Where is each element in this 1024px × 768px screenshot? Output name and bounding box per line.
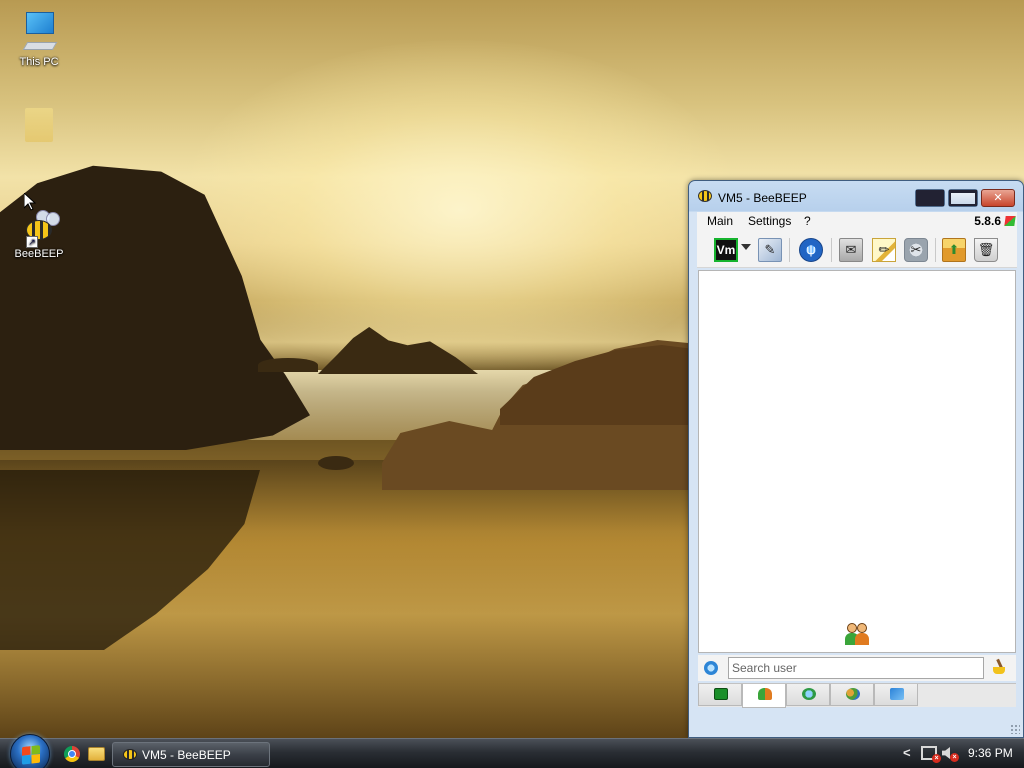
tab-chat-list[interactable]	[698, 684, 742, 706]
resize-grip[interactable]	[1010, 724, 1020, 734]
menu-main[interactable]: Main	[707, 214, 733, 228]
desktop-icon-folder[interactable]	[4, 108, 74, 142]
window-titlebar[interactable]: VM5 - BeeBEEP ✕	[689, 181, 1023, 211]
message-button[interactable]: ✉	[839, 238, 863, 262]
close-icon: ✕	[993, 192, 1003, 204]
note-button[interactable]: ✏	[872, 238, 896, 262]
trash-icon: 🗑	[977, 242, 995, 257]
edit-profile-button[interactable]: ✎	[758, 238, 782, 262]
menu-settings[interactable]: Settings	[748, 214, 791, 228]
status-dropdown-arrow-icon[interactable]	[741, 244, 751, 250]
tab-users[interactable]	[742, 684, 786, 708]
maximize-button[interactable]	[948, 189, 978, 207]
chat-bubbles-icon	[802, 688, 816, 700]
clock[interactable]: 9:36 PM	[968, 746, 1013, 760]
window-title: VM5 - BeeBEEP	[718, 191, 807, 205]
computer-icon	[22, 10, 58, 52]
beebeep-window: VM5 - BeeBEEP ✕ Main Settings ? 5.8.6 Vm…	[688, 180, 1024, 738]
file-explorer-icon[interactable]	[88, 747, 105, 761]
desktop-icon-beebeep[interactable]: ↗ BeeBEEP	[4, 210, 74, 260]
user-list-pane[interactable]	[698, 270, 1016, 653]
desktop-icon-this-pc[interactable]: This PC	[4, 10, 74, 68]
desktop-icon-label: BeeBEEP	[14, 248, 64, 260]
search-scope-icon[interactable]	[704, 661, 718, 675]
desktop-icon-label: This PC	[19, 56, 59, 68]
network-error-icon: ×	[932, 754, 941, 763]
tools-button[interactable]: ✂	[904, 238, 928, 262]
tools-icon: ✂	[910, 242, 922, 257]
chrome-icon[interactable]	[64, 746, 80, 762]
monitor-icon	[714, 688, 728, 700]
tab-groups[interactable]	[830, 684, 874, 706]
search-user-input[interactable]	[728, 657, 984, 679]
toolbar-separator	[935, 238, 936, 262]
pencil-icon: ✏	[878, 242, 890, 257]
close-button[interactable]: ✕	[981, 189, 1015, 207]
taskbar-button-label: VM5 - BeeBEEP	[142, 748, 231, 762]
users-icon	[843, 623, 873, 647]
shortcut-arrow-icon: ↗	[26, 236, 38, 248]
maximize-icon	[949, 190, 977, 206]
groups-icon	[846, 688, 860, 700]
small-stone	[318, 456, 354, 470]
toolbar-separator	[831, 238, 832, 262]
menu-bar: Main Settings ? 5.8.6	[697, 212, 1017, 232]
user-status-button[interactable]: Vm	[714, 238, 738, 262]
minimize-icon	[916, 190, 944, 206]
taskbar-button-beebeep[interactable]: VM5 - BeeBEEP	[112, 742, 270, 767]
profile-card-icon: ✎	[764, 242, 776, 257]
taskbar: VM5 - BeeBEEP < × × 9:36 PM	[0, 734, 1024, 768]
share-icon	[890, 688, 904, 700]
windows-logo-icon	[22, 745, 40, 765]
tab-group-chats[interactable]	[786, 684, 830, 706]
distant-rock	[258, 358, 318, 372]
file-share-button[interactable]: ⬆	[942, 238, 966, 262]
folder-icon	[25, 108, 53, 142]
beebeep-bee-icon	[698, 190, 712, 202]
menu-help[interactable]: ?	[804, 214, 811, 228]
network-signal-icon: ψ	[806, 242, 816, 257]
show-hidden-icons-chevron-icon[interactable]: <	[903, 745, 911, 760]
beebeep-bee-icon: ↗	[18, 210, 60, 248]
version-label: 5.8.6	[974, 214, 1001, 228]
network-button[interactable]: ψ	[799, 238, 823, 262]
bottom-tabs	[698, 683, 1016, 708]
clear-button[interactable]: 🗑	[974, 238, 998, 262]
volume-tray-icon[interactable]	[942, 747, 950, 759]
envelope-icon: ✉	[845, 242, 857, 257]
tab-shares[interactable]	[874, 684, 918, 706]
main-toolbar: Vm ✎ ψ ✉ ✏ ✂ ⬆ 🗑	[697, 232, 1017, 268]
minimize-button[interactable]	[915, 189, 945, 207]
beebeep-bee-icon	[123, 749, 137, 760]
folder-upload-icon: ⬆	[948, 242, 960, 257]
language-flag-icon	[1004, 216, 1016, 226]
users-icon	[758, 688, 772, 700]
start-button[interactable]	[10, 734, 50, 768]
toolbar-separator	[789, 238, 790, 262]
volume-muted-icon: ×	[950, 753, 959, 762]
search-row	[698, 655, 1016, 681]
clear-broom-icon[interactable]	[992, 658, 1006, 675]
